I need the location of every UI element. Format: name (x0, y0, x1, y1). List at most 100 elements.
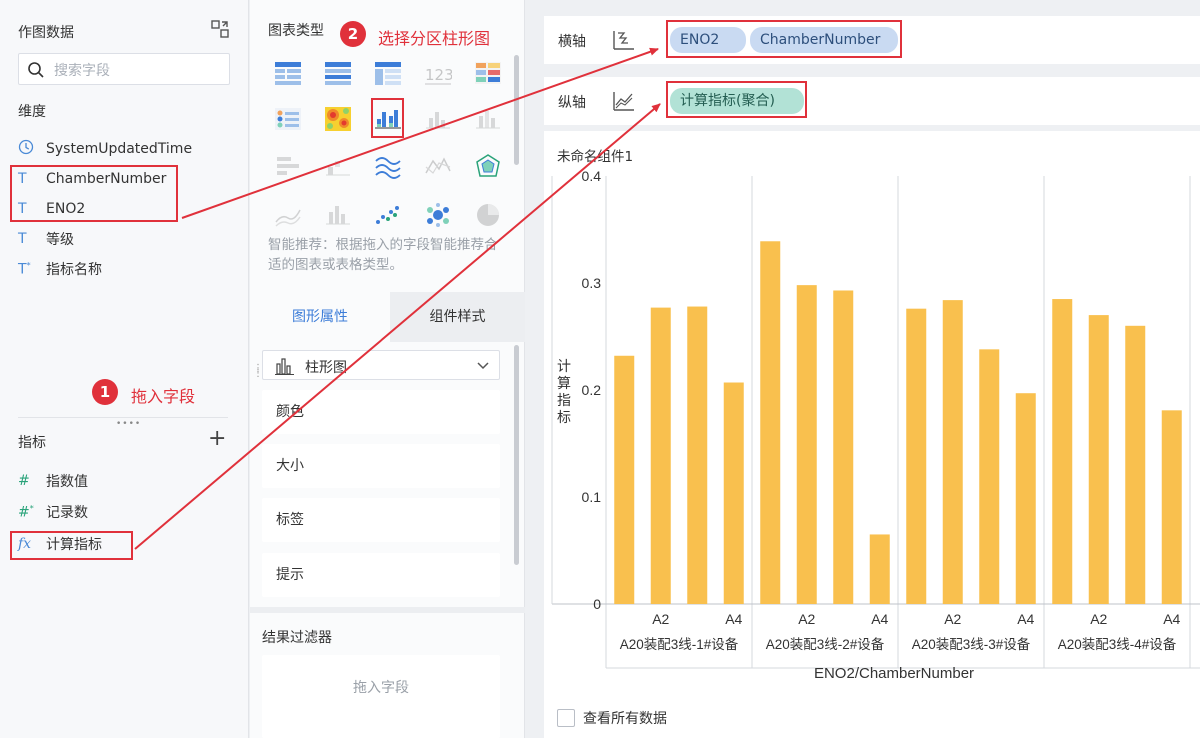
fx-icon: fx (18, 536, 32, 552)
group-label: A20装配3线-1#设备 (620, 636, 739, 652)
hash-calculated-icon: #* (18, 503, 34, 521)
properties-scrollbar[interactable] (514, 345, 519, 565)
search-icon (28, 62, 44, 78)
bar (869, 534, 890, 604)
table-chart-icon[interactable] (274, 60, 302, 86)
bubble-chart-icon[interactable] (424, 202, 452, 228)
x-field-pill-chambernumber[interactable]: ChamberNumber (750, 27, 898, 53)
partitioned-bar-chart-icon[interactable] (374, 106, 402, 132)
range-bar-chart-icon[interactable] (324, 202, 352, 228)
x-tick-label: A4 (1163, 611, 1180, 627)
bar (1015, 393, 1036, 604)
x-axis-icon (613, 31, 634, 50)
bar (906, 308, 927, 604)
horizontal-bar-chart-icon[interactable] (274, 153, 302, 179)
x-tick-label: A4 (1017, 611, 1034, 627)
property-label[interactable]: 标签 (262, 498, 500, 542)
dimension-field-chambernumber[interactable]: T ChamberNumber (18, 166, 218, 192)
result-filter-dropzone[interactable]: 拖入字段 (262, 655, 500, 738)
x-field-pill-eno2[interactable]: ENO2 (670, 27, 746, 53)
radar-chart-icon[interactable] (474, 153, 502, 179)
tab-component-style[interactable]: 组件样式 (390, 292, 525, 342)
x-tick-label: A2 (944, 611, 961, 627)
y-tick-label: 0 (593, 596, 601, 612)
y-tick-label: 0.1 (582, 489, 602, 505)
bar (979, 349, 1000, 604)
text-type-icon: T (18, 231, 27, 247)
area-line-chart-icon[interactable] (424, 153, 452, 179)
partitioned-bar-chart[interactable]: 0 0.1 0.2 0.3 0.4 计算指标 A2 A4 A20装配3线-1#设备 A2 A4 A20… (544, 131, 1200, 738)
x-tick-label: A4 (871, 611, 888, 627)
search-placeholder: 搜索字段 (54, 63, 110, 79)
group-label: A20装配3线-4#设备 (1058, 636, 1177, 652)
chart-component: 未命名组件1 0 0.1 0.2 0.3 0.4 计算指标 A2 A4 A20装配3线-1#设备… (544, 131, 1200, 738)
field-label: ENO2 (46, 201, 86, 217)
bar (650, 307, 671, 604)
bar (1088, 315, 1109, 604)
line-chart-icon[interactable] (374, 153, 402, 179)
detail-list-icon[interactable] (274, 106, 302, 132)
property-size[interactable]: 大小 (262, 444, 500, 488)
bar (796, 285, 817, 604)
x-tick-label: A2 (652, 611, 669, 627)
data-panel: 作图数据 搜索字段 维度 SystemUpdatedTime T Chamber… (0, 0, 249, 738)
property-color[interactable]: 颜色 (262, 390, 500, 434)
switch-dataset-icon[interactable] (210, 19, 230, 39)
kpi-number-icon[interactable]: 123 (424, 60, 452, 86)
dimension-field-systemupdatedtime[interactable]: SystemUpdatedTime (18, 136, 218, 162)
y-field-pill-calculated-metric[interactable]: 计算指标(聚合) (670, 88, 804, 114)
y-tick-label: 0.4 (582, 168, 602, 184)
bar (760, 241, 781, 604)
scatter-chart-icon[interactable] (374, 202, 402, 228)
chart-type-value: 柱形图 (305, 360, 347, 376)
area-chart-icon[interactable] (274, 202, 302, 228)
dimension-field-eno2[interactable]: T ENO2 (18, 196, 218, 222)
dimension-field-level[interactable]: T 等级 (18, 226, 218, 252)
stacked-bar-chart-icon[interactable] (474, 106, 502, 132)
view-all-data-toggle[interactable]: 查看所有数据 (557, 708, 667, 728)
field-label: 指标名称 (46, 262, 102, 278)
view-all-checkbox[interactable] (557, 709, 575, 727)
bar-chart-icon (275, 358, 294, 375)
text-type-icon: T (18, 171, 27, 187)
measure-field-calculated-metric[interactable]: fx 计算指标 (18, 531, 218, 557)
x-tick-label: A2 (1090, 611, 1107, 627)
tab-graphic-properties[interactable]: 图形属性 (250, 292, 390, 342)
data-panel-title: 作图数据 (18, 25, 74, 41)
pie-chart-icon[interactable] (474, 202, 502, 228)
step-1-badge: 1 (92, 379, 118, 405)
y-axis-title-char: 算 (557, 375, 571, 391)
y-axis-title-char: 标 (557, 409, 571, 425)
cross-table-icon[interactable] (374, 60, 402, 86)
text-type-calculated-icon: T* (18, 260, 31, 278)
bar (833, 290, 854, 604)
step-2-text: 选择分区柱形图 (378, 29, 491, 48)
bar (614, 355, 635, 604)
section-separator (250, 607, 525, 613)
dimension-field-metric-name[interactable]: T* 指标名称 (18, 256, 218, 282)
property-tooltip[interactable]: 提示 (262, 553, 500, 597)
field-label: ChamberNumber (46, 171, 167, 187)
measure-field-record-count[interactable]: #* 记录数 (18, 499, 218, 525)
x-tick-label: A4 (725, 611, 742, 627)
resize-handle[interactable]: •••• (116, 419, 141, 429)
field-label: 等级 (46, 232, 74, 248)
smart-recommend-hint: 智能推荐：根据拖入的字段智能推荐合适的图表或表格类型。 (268, 237, 498, 273)
field-search-input[interactable]: 搜索字段 (18, 53, 230, 85)
view-all-label: 查看所有数据 (583, 711, 667, 727)
bar-chart-icon[interactable] (424, 106, 452, 132)
clock-icon (18, 139, 40, 159)
field-label: 记录数 (46, 505, 88, 521)
colored-table-icon[interactable] (474, 60, 502, 86)
chart-type-select[interactable]: 柱形图 (262, 350, 500, 380)
field-label: SystemUpdatedTime (46, 141, 193, 157)
heatmap-icon[interactable] (324, 106, 352, 132)
measure-field-index-value[interactable]: # 指数值 (18, 468, 218, 494)
y-tick-label: 0.2 (582, 382, 602, 398)
waterfall-chart-icon[interactable] (324, 153, 352, 179)
grouped-table-icon[interactable] (324, 60, 352, 86)
chart-types-scrollbar[interactable] (514, 55, 519, 165)
add-measure-button[interactable]: + (208, 428, 226, 450)
step-1-text: 拖入字段 (131, 387, 196, 406)
x-axis-title: ENO2/ChamberNumber (814, 665, 974, 682)
